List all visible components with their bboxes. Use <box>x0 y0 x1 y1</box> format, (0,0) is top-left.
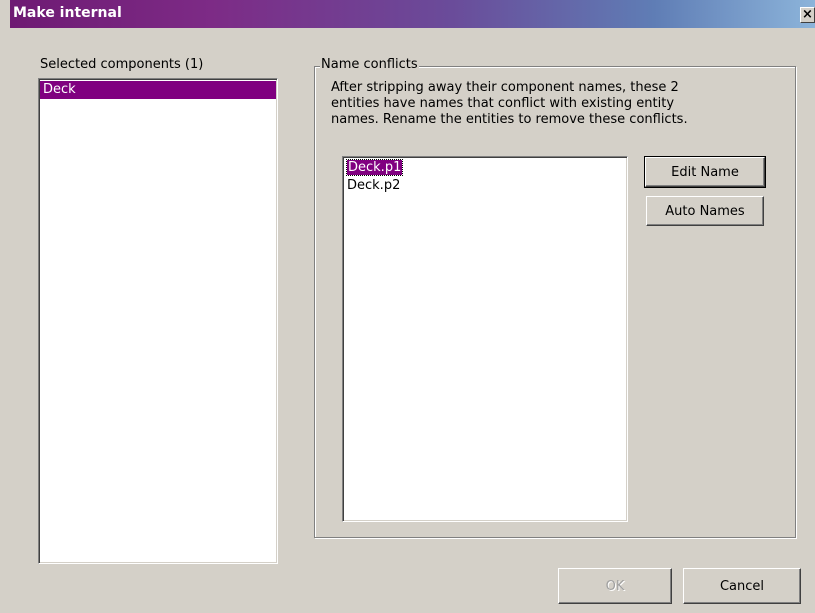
list-item[interactable]: Deck.p2 <box>344 177 626 195</box>
edit-name-button[interactable]: Edit Name <box>644 156 766 188</box>
description-line: entities have names that conflict with e… <box>331 96 675 111</box>
conflicts-description: After stripping away their component nam… <box>331 80 688 128</box>
description-line: names. Rename the entities to remove the… <box>331 112 688 127</box>
list-item[interactable]: Deck.p1 <box>344 159 626 177</box>
window-title: Make internal <box>13 5 122 21</box>
list-item[interactable]: Deck <box>40 81 276 99</box>
selected-components-list[interactable]: Deck <box>38 78 278 564</box>
close-icon[interactable]: × <box>800 7 815 23</box>
selected-components-label: Selected components (1) <box>40 57 204 72</box>
ok-button[interactable]: OK <box>558 568 672 604</box>
cancel-button[interactable]: Cancel <box>683 568 801 604</box>
dialog-body: Selected components (1) Deck Name confli… <box>10 28 815 613</box>
list-item-label: Deck.p1 <box>345 159 404 176</box>
conflicts-list[interactable]: Deck.p1 Deck.p2 <box>342 156 628 522</box>
name-conflicts-legend: Name conflicts <box>320 57 419 72</box>
description-line: After stripping away their component nam… <box>331 80 679 95</box>
auto-names-button[interactable]: Auto Names <box>646 196 764 226</box>
title-bar[interactable]: Make internal × <box>10 0 815 28</box>
